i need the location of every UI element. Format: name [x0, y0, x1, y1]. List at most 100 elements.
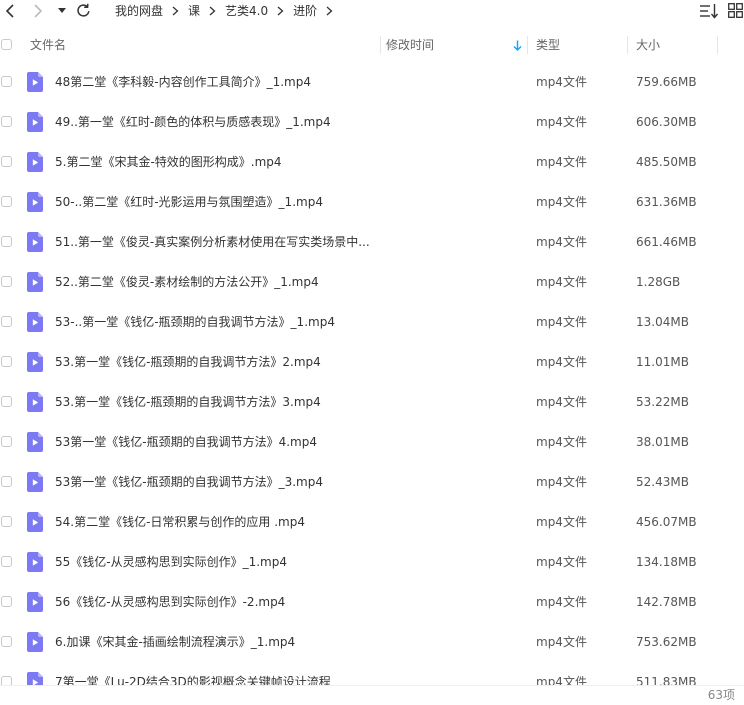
file-type: mp4文件	[536, 435, 587, 449]
breadcrumb-separator-icon	[209, 6, 216, 16]
file-size: 456.07MB	[636, 515, 697, 529]
row-checkbox[interactable]	[1, 276, 12, 287]
file-name[interactable]: 54.第二堂《钱亿-日常积累与创作的应用 .mp4	[55, 502, 305, 542]
file-name[interactable]: 56《钱亿-从灵感构思到实际创作》-2.mp4	[55, 582, 285, 622]
file-row[interactable]: 7第一堂《Lu-2D结合3D的影视概念关键帧设计流程 mp4文件 511.83M…	[0, 662, 744, 685]
file-row[interactable]: 55《钱亿-从灵感构思到实际创作》_1.mp4 mp4文件 134.18MB	[0, 542, 744, 582]
row-checkbox[interactable]	[1, 156, 12, 167]
dropdown-icon[interactable]	[58, 8, 66, 14]
file-row[interactable]: 48第二堂《李科毅-内容创作工具简介》_1.mp4 mp4文件 759.66MB	[0, 62, 744, 102]
file-name[interactable]: 53.第一堂《钱亿-瓶颈期的自我调节方法》2.mp4	[55, 342, 321, 382]
file-name[interactable]: 53.第一堂《钱亿-瓶颈期的自我调节方法》3.mp4	[55, 382, 321, 422]
video-file-icon	[27, 272, 43, 292]
file-size: 511.83MB	[636, 675, 697, 685]
column-divider[interactable]	[380, 36, 381, 54]
file-size: 134.18MB	[636, 555, 697, 569]
file-row[interactable]: 53-..第一堂《钱亿-瓶颈期的自我调节方法》_1.mp4 mp4文件 13.0…	[0, 302, 744, 342]
file-name[interactable]: 55《钱亿-从灵感构思到实际创作》_1.mp4	[55, 542, 287, 582]
file-name[interactable]: 7第一堂《Lu-2D结合3D的影视概念关键帧设计流程	[55, 662, 331, 685]
column-header-name[interactable]: 文件名	[30, 30, 66, 60]
row-checkbox[interactable]	[1, 596, 12, 607]
row-checkbox[interactable]	[1, 636, 12, 647]
file-name[interactable]: 6.加课《宋其金-插画绘制流程演示》_1.mp4	[55, 622, 295, 662]
file-type: mp4文件	[536, 555, 587, 569]
file-list: 48第二堂《李科毅-内容创作工具简介》_1.mp4 mp4文件 759.66MB…	[0, 62, 744, 685]
file-row[interactable]: 5.第二堂《宋其金-特效的图形构成》.mp4 mp4文件 485.50MB	[0, 142, 744, 182]
file-name[interactable]: 52..第二堂《俊灵-素材绘制的方法公开》_1.mp4	[55, 262, 319, 302]
breadcrumb-item-course[interactable]: 课	[188, 0, 200, 22]
row-checkbox[interactable]	[1, 476, 12, 487]
file-name[interactable]: 48第二堂《李科毅-内容创作工具简介》_1.mp4	[55, 62, 311, 102]
file-name[interactable]: 5.第二堂《宋其金-特效的图形构成》.mp4	[55, 142, 282, 182]
arrow-down-icon[interactable]	[513, 40, 522, 51]
row-checkbox[interactable]	[1, 76, 12, 87]
file-name[interactable]: 49..第一堂《红时-颜色的体积与质感表现》_1.mp4	[55, 102, 331, 142]
file-type: mp4文件	[536, 475, 587, 489]
item-count: 63项	[707, 688, 735, 702]
file-name[interactable]: 53第一堂《钱亿-瓶颈期的自我调节方法》_3.mp4	[55, 462, 323, 502]
file-row[interactable]: 56《钱亿-从灵感构思到实际创作》-2.mp4 mp4文件 142.78MB	[0, 582, 744, 622]
file-name[interactable]: 53第一堂《钱亿-瓶颈期的自我调节方法》4.mp4	[55, 422, 317, 462]
file-row[interactable]: 52..第二堂《俊灵-素材绘制的方法公开》_1.mp4 mp4文件 1.28GB	[0, 262, 744, 302]
column-header-type[interactable]: 类型	[536, 30, 560, 60]
row-checkbox[interactable]	[1, 116, 12, 127]
file-name[interactable]: 50-..第二堂《红时-光影运用与氛围塑造》_1.mp4	[55, 182, 323, 222]
file-type: mp4文件	[536, 355, 587, 369]
file-type: mp4文件	[536, 75, 587, 89]
video-file-icon	[27, 632, 43, 652]
file-row[interactable]: 53.第一堂《钱亿-瓶颈期的自我调节方法》3.mp4 mp4文件 53.22MB	[0, 382, 744, 422]
column-header-size[interactable]: 大小	[636, 30, 660, 60]
file-type: mp4文件	[536, 195, 587, 209]
row-checkbox[interactable]	[1, 676, 12, 685]
video-file-icon	[27, 512, 43, 532]
file-row[interactable]: 53.第一堂《钱亿-瓶颈期的自我调节方法》2.mp4 mp4文件 11.01MB	[0, 342, 744, 382]
file-row[interactable]: 53第一堂《钱亿-瓶颈期的自我调节方法》_3.mp4 mp4文件 52.43MB	[0, 462, 744, 502]
column-header-modified[interactable]: 修改时间	[386, 30, 434, 60]
column-divider[interactable]	[717, 36, 718, 54]
row-checkbox[interactable]	[1, 196, 12, 207]
file-row[interactable]: 53第一堂《钱亿-瓶颈期的自我调节方法》4.mp4 mp4文件 38.01MB	[0, 422, 744, 462]
row-checkbox[interactable]	[1, 396, 12, 407]
video-file-icon	[27, 392, 43, 412]
file-row[interactable]: 6.加课《宋其金-插画绘制流程演示》_1.mp4 mp4文件 753.62MB	[0, 622, 744, 662]
video-file-icon	[27, 672, 43, 685]
forward-icon[interactable]	[31, 3, 45, 19]
video-file-icon	[27, 192, 43, 212]
breadcrumb-item-art[interactable]: 艺类4.0	[225, 0, 268, 22]
file-row[interactable]: 49..第一堂《红时-颜色的体积与质感表现》_1.mp4 mp4文件 606.3…	[0, 102, 744, 142]
breadcrumb-dropdown-icon[interactable]	[326, 6, 333, 16]
file-row[interactable]: 54.第二堂《钱亿-日常积累与创作的应用 .mp4 mp4文件 456.07MB	[0, 502, 744, 542]
file-name[interactable]: 53-..第一堂《钱亿-瓶颈期的自我调节方法》_1.mp4	[55, 302, 335, 342]
row-checkbox[interactable]	[1, 356, 12, 367]
back-icon[interactable]	[3, 3, 17, 19]
file-type: mp4文件	[536, 675, 587, 685]
file-size: 661.46MB	[636, 235, 697, 249]
row-checkbox[interactable]	[1, 316, 12, 327]
video-file-icon	[27, 112, 43, 132]
row-checkbox[interactable]	[1, 556, 12, 567]
breadcrumb-item-my-drive[interactable]: 我的网盘	[115, 0, 163, 22]
file-type: mp4文件	[536, 635, 587, 649]
row-checkbox[interactable]	[1, 236, 12, 247]
file-name[interactable]: 51..第一堂《俊灵-真实案例分析素材使用在写实类场景中...	[55, 222, 370, 262]
top-toolbar: 我的网盘 课 艺类4.0 进阶	[0, 0, 744, 24]
file-row[interactable]: 51..第一堂《俊灵-真实案例分析素材使用在写实类场景中... mp4文件 66…	[0, 222, 744, 262]
file-type: mp4文件	[536, 235, 587, 249]
file-row[interactable]: 50-..第二堂《红时-光影运用与氛围塑造》_1.mp4 mp4文件 631.3…	[0, 182, 744, 222]
file-type: mp4文件	[536, 395, 587, 409]
sort-list-icon[interactable]	[700, 3, 718, 19]
video-file-icon	[27, 72, 43, 92]
column-divider[interactable]	[627, 36, 628, 54]
refresh-icon[interactable]	[76, 3, 91, 18]
select-all-checkbox[interactable]	[1, 39, 12, 50]
grid-view-icon[interactable]	[728, 3, 743, 18]
row-checkbox[interactable]	[1, 516, 12, 527]
breadcrumb-separator-icon	[172, 6, 179, 16]
file-size: 631.36MB	[636, 195, 697, 209]
column-divider[interactable]	[527, 36, 528, 54]
video-file-icon	[27, 472, 43, 492]
video-file-icon	[27, 152, 43, 172]
row-checkbox[interactable]	[1, 436, 12, 447]
breadcrumb-item-advanced[interactable]: 进阶	[293, 0, 317, 22]
file-type: mp4文件	[536, 115, 587, 129]
